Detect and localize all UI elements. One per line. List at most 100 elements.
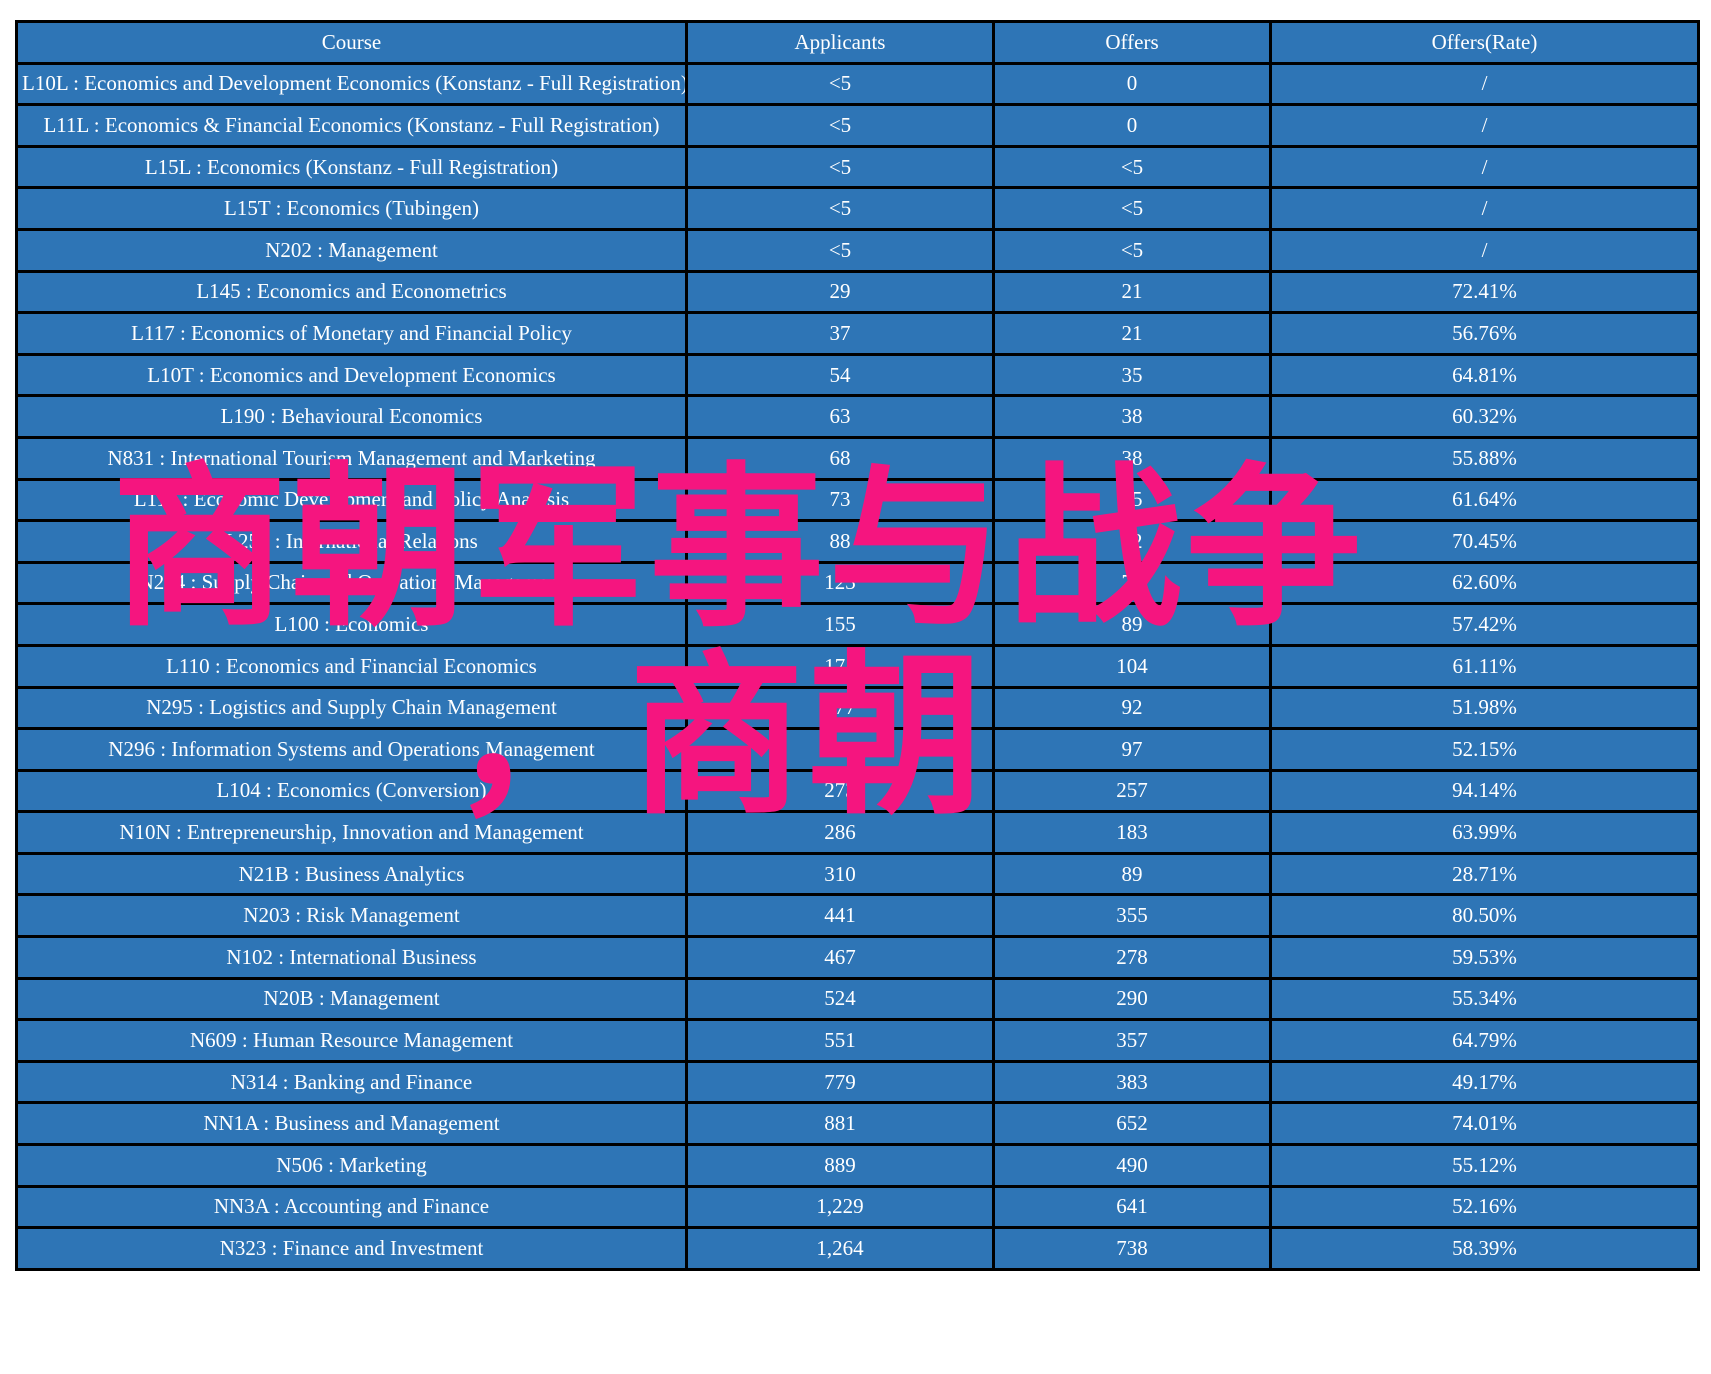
table-row[interactable]: N10N : Entrepreneurship, Innovation and …	[15, 810, 1700, 855]
cell-applicants: 1,264	[685, 1226, 995, 1271]
cell-course: L15T : Economics (Tubingen)	[15, 186, 688, 231]
cell-course: N102 : International Business	[15, 935, 688, 980]
table-row[interactable]: L114 : Economic Development and Policy A…	[15, 477, 1700, 523]
cell-offers: 383	[992, 1059, 1272, 1105]
cell-applicants: <5	[685, 61, 995, 107]
column-header-course[interactable]: Course	[15, 20, 688, 65]
table-row[interactable]: N102 : International Business 467 278 59.53…	[15, 935, 1700, 980]
cell-applicants: 171	[685, 643, 995, 689]
table-row[interactable]: N506 : Marketing 889 490 55.12%	[15, 1143, 1700, 1188]
cell-applicants: 186	[685, 727, 995, 772]
cell-offers-rate: 94.14%	[1269, 768, 1700, 814]
cell-offers: 0	[992, 61, 1272, 107]
table-row[interactable]: N203 : Risk Management 441 355 80.50%	[15, 893, 1700, 939]
cell-applicants: 441	[685, 893, 995, 939]
table-row[interactable]: L10T : Economics and Development Economi…	[15, 352, 1700, 398]
admissions-table: Course Applicants Offers Offers(Rate) L1…	[15, 20, 1700, 1271]
cell-applicants: 551	[685, 1018, 995, 1063]
cell-applicants: 524	[685, 976, 995, 1022]
cell-course: N296 : Information Systems and Operation…	[15, 727, 688, 772]
table-row[interactable]: L117 : Economics of Monetary and Financi…	[15, 311, 1700, 356]
cell-offers-rate: 70.45%	[1269, 519, 1700, 564]
cell-offers: 92	[992, 685, 1272, 731]
cell-offers: 490	[992, 1143, 1272, 1188]
table-row[interactable]: L190 : Behavioural Economics 63 38 60.32%	[15, 394, 1700, 439]
table-row[interactable]: N831 : International Tourism Management …	[15, 435, 1700, 481]
cell-offers: <5	[992, 186, 1272, 231]
cell-offers: 738	[992, 1226, 1272, 1271]
cell-offers: 89	[992, 851, 1272, 897]
cell-applicants: 310	[685, 851, 995, 897]
column-header-offers-rate[interactable]: Offers(Rate)	[1269, 20, 1700, 65]
cell-applicants: <5	[685, 186, 995, 231]
cell-applicants: 54	[685, 352, 995, 398]
cell-offers: 21	[992, 269, 1272, 315]
cell-applicants: 286	[685, 810, 995, 855]
cell-offers: 62	[992, 519, 1272, 564]
cell-offers-rate: 55.34%	[1269, 976, 1700, 1022]
table-row[interactable]: L15L : Economics (Konstanz - Full Regist…	[15, 144, 1700, 190]
table-row[interactable]: N609 : Human Resource Management 551 357 64…	[15, 1018, 1700, 1063]
cell-course: N506 : Marketing	[15, 1143, 688, 1188]
cell-applicants: <5	[685, 144, 995, 190]
cell-offers-rate: 58.39%	[1269, 1226, 1700, 1271]
admissions-table-container: Course Applicants Offers Offers(Rate) L1…	[15, 20, 1700, 1271]
cell-offers: 35	[992, 352, 1272, 398]
cell-offers: 641	[992, 1184, 1272, 1230]
cell-course: L10L : Economics and Development Economi…	[15, 61, 688, 107]
cell-offers-rate: /	[1269, 103, 1700, 148]
table-row[interactable]: N20B : Management 524 290 55.34%	[15, 976, 1700, 1022]
cell-applicants: 88	[685, 519, 995, 564]
column-header-offers[interactable]: Offers	[992, 20, 1272, 65]
cell-offers-rate: 51.98%	[1269, 685, 1700, 731]
table-row[interactable]: NN3A : Accounting and Finance 1,229 641 52.…	[15, 1184, 1700, 1230]
cell-course: N609 : Human Resource Management	[15, 1018, 688, 1063]
cell-offers: 183	[992, 810, 1272, 855]
cell-applicants: 29	[685, 269, 995, 315]
cell-course: N294 : Supply Chain and Operations Manag…	[15, 560, 688, 606]
cell-offers-rate: 63.99%	[1269, 810, 1700, 855]
table-row[interactable]: N314 : Banking and Finance 779 383 49.17%	[15, 1059, 1700, 1105]
cell-offers-rate: /	[1269, 61, 1700, 107]
cell-applicants: <5	[685, 103, 995, 148]
cell-course: L145 : Economics and Econometrics	[15, 269, 688, 315]
table-row[interactable]: N323 : Finance and Investment 1,264 738 58.…	[15, 1226, 1700, 1271]
table-row[interactable]: L100 : Economics 155 89 57.42%	[15, 602, 1700, 647]
table-row[interactable]: N294 : Supply Chain and Operations Manag…	[15, 560, 1700, 606]
cell-applicants: 273	[685, 768, 995, 814]
cell-applicants: 177	[685, 685, 995, 731]
table-row[interactable]: L10L : Economics and Development Economi…	[15, 61, 1700, 107]
cell-offers-rate: 55.12%	[1269, 1143, 1700, 1188]
table-row[interactable]: L145 : Economics and Econometrics 29 21 72.…	[15, 269, 1700, 315]
cell-course: L114 : Economic Development and Policy A…	[15, 477, 688, 523]
table-row[interactable]: L250 : International Relations 88 62 70.45%	[15, 519, 1700, 564]
cell-applicants: 73	[685, 477, 995, 523]
cell-offers: 278	[992, 935, 1272, 980]
cell-offers: 104	[992, 643, 1272, 689]
cell-offers: 38	[992, 435, 1272, 481]
table-row[interactable]: N202 : Management <5 <5/	[15, 227, 1700, 273]
cell-course: NN3A : Accounting and Finance	[15, 1184, 688, 1230]
cell-applicants: 779	[685, 1059, 995, 1105]
table-row[interactable]: N296 : Information Systems and Operation…	[15, 727, 1700, 772]
table-row[interactable]: L110 : Economics and Financial Economics…	[15, 643, 1700, 689]
table-row[interactable]: N21B : Business Analytics 310 89 28.71%	[15, 851, 1700, 897]
cell-offers-rate: 74.01%	[1269, 1101, 1700, 1147]
cell-applicants: <5	[685, 227, 995, 273]
cell-offers: 97	[992, 727, 1272, 772]
cell-applicants: 63	[685, 394, 995, 439]
table-row[interactable]: NN1A : Business and Management 881 652 74.0…	[15, 1101, 1700, 1147]
cell-offers: 355	[992, 893, 1272, 939]
cell-offers-rate: 52.15%	[1269, 727, 1700, 772]
cell-course: NN1A : Business and Management	[15, 1101, 688, 1147]
cell-offers-rate: 61.64%	[1269, 477, 1700, 523]
cell-course: N21B : Business Analytics	[15, 851, 688, 897]
cell-offers-rate: 72.41%	[1269, 269, 1700, 315]
table-header: Course Applicants Offers Offers(Rate)	[15, 20, 1700, 65]
table-row[interactable]: L104 : Economics (Conversion) 273 257 94.14…	[15, 768, 1700, 814]
table-row[interactable]: N295 : Logistics and Supply Chain Manage…	[15, 685, 1700, 731]
table-row[interactable]: L11L : Economics & Financial Economics (…	[15, 103, 1700, 148]
table-row[interactable]: L15T : Economics (Tubingen) <5 <5/	[15, 186, 1700, 231]
column-header-applicants[interactable]: Applicants	[685, 20, 995, 65]
cell-offers-rate: 60.32%	[1269, 394, 1700, 439]
